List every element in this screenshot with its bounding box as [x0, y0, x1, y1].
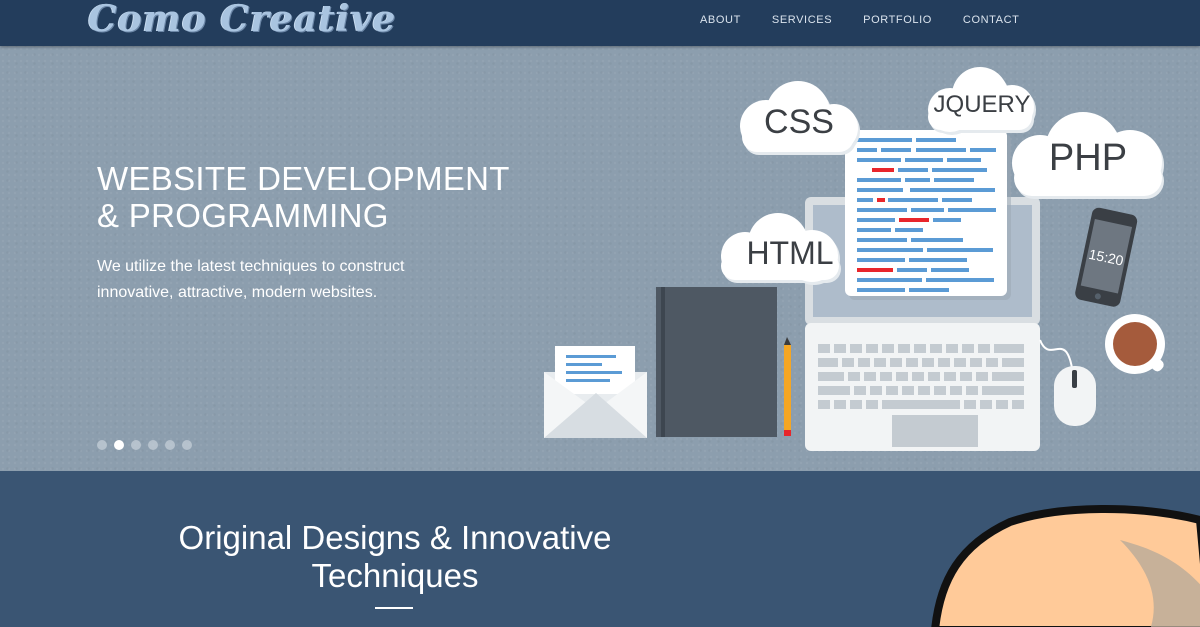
mouse-icon — [1039, 339, 1096, 426]
slider-dot-3[interactable] — [131, 440, 141, 450]
hero-description: We utilize the latest techniques to cons… — [97, 254, 517, 306]
hero-description-line-1: We utilize the latest techniques to cons… — [97, 258, 405, 275]
envelope-icon — [544, 346, 647, 438]
jquery-cloud: JQUERY — [928, 67, 1036, 135]
html-label: HTML — [746, 235, 833, 271]
nav-link-about[interactable]: ABOUT — [700, 13, 741, 27]
section-title-line-1: Original Designs & Innovative — [178, 519, 612, 556]
slider-dot-5[interactable] — [165, 440, 175, 450]
hero-description-line-2: innovative, attractive, modern websites. — [97, 284, 378, 301]
php-label: PHP — [1049, 137, 1127, 179]
jquery-label: JQUERY — [934, 91, 1031, 118]
slider-pagination — [97, 440, 199, 450]
pencil-icon — [784, 337, 791, 436]
trackpad — [892, 415, 978, 447]
brand-logo[interactable]: Como Creative — [88, 0, 396, 40]
web-development-illustration: CSS JQUERY PHP HTML 15:20 — [544, 67, 1165, 451]
notebook-icon — [656, 287, 777, 437]
coffee-cup-icon — [1105, 314, 1165, 374]
css-label: CSS — [764, 103, 834, 141]
smartphone-icon: 15:20 — [1075, 207, 1138, 307]
code-document-icon — [845, 130, 1011, 300]
hero-title-line-1: WEBSITE DEVELOPMENT — [97, 160, 510, 197]
nav-link-portfolio[interactable]: PORTFOLIO — [863, 13, 932, 27]
css-cloud: CSS — [740, 81, 860, 155]
slider-dot-2[interactable] — [114, 440, 124, 450]
slider-dot-4[interactable] — [148, 440, 158, 450]
nav-link-contact[interactable]: CONTACT — [963, 13, 1020, 27]
hero-slider: WEBSITE DEVELOPMENT & PROGRAMMING We uti… — [0, 46, 1200, 471]
slider-dot-1[interactable] — [97, 440, 107, 450]
slider-dot-6[interactable] — [182, 440, 192, 450]
main-nav: ABOUT SERVICES PORTFOLIO CONTACT — [700, 13, 1050, 27]
section-title-line-2: Techniques — [311, 557, 479, 594]
features-section: Original Designs & Innovative Techniques — [0, 471, 1200, 627]
section-title: Original Designs & Innovative Techniques — [140, 519, 650, 595]
hero-title: WEBSITE DEVELOPMENT & PROGRAMMING — [97, 160, 567, 234]
php-cloud: PHP — [1012, 112, 1164, 199]
cartoon-character-head — [931, 505, 1200, 627]
nav-link-services[interactable]: SERVICES — [772, 13, 832, 27]
hero-title-line-2: & PROGRAMMING — [97, 197, 389, 234]
section-divider — [375, 607, 413, 609]
top-navbar: Como Creative ABOUT SERVICES PORTFOLIO C… — [0, 0, 1200, 46]
